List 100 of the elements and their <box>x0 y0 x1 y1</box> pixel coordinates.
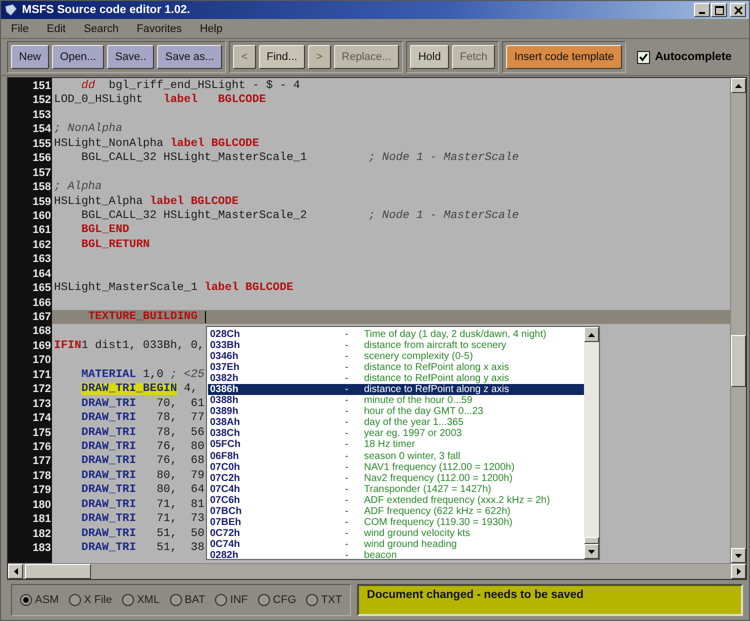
line-number: 160 <box>32 208 52 224</box>
autocomplete-item[interactable]: 07C2h - Nav2 frequency (112.00 = 1200h) <box>208 472 584 484</box>
scroll-up-button[interactable] <box>584 327 599 342</box>
autocomplete-item[interactable]: 0389h - hour of the day GMT 0...23 <box>208 406 584 418</box>
autocomplete-item[interactable]: 0388h - minute of the hour 0...59 <box>208 395 584 406</box>
code-line: ; Alpha <box>54 180 102 195</box>
code-line: DRAW_TRI 71, 81 <box>81 498 204 512</box>
maximize-button[interactable] <box>711 3 727 17</box>
line-number: 169 <box>32 338 52 354</box>
menu-item[interactable]: File <box>5 22 41 34</box>
line-number: 164 <box>32 266 52 282</box>
scroll-right-button[interactable] <box>731 564 746 579</box>
line-number: 183 <box>32 541 52 556</box>
line-number: 161 <box>32 223 52 238</box>
autocomplete-item[interactable]: 07C0h - NAV1 frequency (112.00 = 1200h) <box>208 462 584 473</box>
autocomplete-item[interactable]: 038Ah - day of the year 1...365 <box>208 417 584 428</box>
radio-button[interactable]: X File <box>68 594 112 606</box>
window-title: MSFS Source code editor 1.02. <box>22 4 190 16</box>
code-line: BGL_END <box>81 223 130 238</box>
line-number: 171 <box>32 368 52 382</box>
autocomplete-item[interactable]: 07BEh - COM frequency (119.30 = 1930h) <box>208 516 584 528</box>
scroll-thumb[interactable] <box>25 564 91 579</box>
toolbar-button[interactable]: Insert code template <box>506 45 622 69</box>
autocomplete-item[interactable]: 0C74h - wind ground heading <box>208 538 584 550</box>
autocomplete-item[interactable]: 033Bh - distance from aircraft to scenery <box>208 340 584 352</box>
close-button[interactable] <box>730 3 746 17</box>
minimize-button[interactable] <box>694 3 710 17</box>
line-number: 165 <box>32 281 52 296</box>
menu-item[interactable]: Help <box>194 22 234 34</box>
code-line: HSLight_Alpha label BGLCODE <box>54 194 239 209</box>
autocomplete-item[interactable]: 07C4h - Transponder (1427 = 1427h) <box>208 484 584 495</box>
code-line: DRAW_TRI 78, 56 <box>81 426 204 440</box>
line-number: 167 <box>32 310 52 324</box>
toolbar-button[interactable]: New <box>11 45 50 69</box>
line-number: 180 <box>32 498 52 512</box>
line-number: 157 <box>32 166 52 180</box>
radio-button[interactable]: BAT <box>170 594 206 606</box>
list-scrollbar[interactable] <box>584 327 599 559</box>
line-number: 174 <box>32 411 52 426</box>
checkbox-label: Autocomplete <box>655 51 732 63</box>
code-line: DRAW_TRI 51, 38 <box>81 541 204 556</box>
autocomplete-item[interactable]: 038Ch - year eg. 1997 or 2003 <box>208 428 584 440</box>
toolbar-button[interactable]: Save.. <box>107 45 154 69</box>
radio-button[interactable]: XML <box>122 594 160 606</box>
scroll-thumb[interactable] <box>731 335 746 387</box>
autocomplete-item[interactable]: 05FCh - 18 Hz timer <box>208 439 584 451</box>
line-number: 156 <box>32 151 52 166</box>
menu-item[interactable]: Favorites <box>130 22 194 34</box>
menu-item[interactable]: Search <box>78 22 131 34</box>
toolbar-button[interactable]: Find... <box>258 45 306 69</box>
autocomplete-item[interactable]: 0382h - distance to RefPoint along y axis <box>208 373 584 384</box>
left-arrow-icon <box>14 568 18 575</box>
radio-button[interactable]: ASM <box>20 594 59 606</box>
autocomplete-item[interactable]: 037Eh - distance to RefPoint along x axis <box>208 362 584 374</box>
autocomplete-item[interactable]: 07BCh - ADF frequency (622 kHz = 622h) <box>208 506 584 517</box>
autocomplete-item[interactable]: 06F8h - season 0 winter, 3 fall <box>208 450 584 462</box>
scroll-down-button[interactable] <box>584 544 599 559</box>
horizontal-scrollbar[interactable] <box>8 563 746 579</box>
radio-button[interactable]: CFG <box>258 594 296 606</box>
line-number: 173 <box>32 396 52 412</box>
autocomplete-item[interactable]: 0C72h - wind ground velocity kts <box>208 528 584 539</box>
status-message: Document changed - needs to be saved <box>356 584 743 616</box>
app-icon <box>4 3 18 17</box>
line-number: 166 <box>32 296 52 310</box>
autocomplete-item[interactable]: 028Ch - Time of day (1 day, 2 dusk/dawn, 4 night) <box>208 329 584 340</box>
line-number: 162 <box>32 238 52 252</box>
autocomplete-item[interactable]: 07C6h - ADF extended frequency (xxx.2 kHz = 2h) <box>208 494 584 506</box>
down-arrow-icon <box>735 554 742 558</box>
down-arrow-icon <box>588 550 595 554</box>
code-line: DRAW_TRI 76, 68 <box>81 454 204 469</box>
code-line: HSLight_MasterScale_1 label BGLCODE <box>54 281 294 296</box>
code-line: BGL_RETURN <box>81 238 150 252</box>
code-line: HSLight_NonAlpha label BGLCODE <box>54 136 260 152</box>
line-number: 176 <box>32 440 52 454</box>
radio-button[interactable]: INF <box>215 594 248 606</box>
line-number: 175 <box>32 426 52 440</box>
code-line: DRAW_TRI 78, 77 <box>81 411 204 426</box>
code-line: ; NonAlpha <box>54 122 122 137</box>
menu-item[interactable]: Edit <box>40 22 78 34</box>
close-icon <box>734 6 742 14</box>
scroll-up-button[interactable] <box>731 78 746 93</box>
line-number: 155 <box>32 136 52 152</box>
code-line: LOD_0_HSLight label BGLCODE <box>54 93 266 108</box>
code-line: IFIN1 dist1, 033Bh, 0, <box>54 338 204 354</box>
code-line: TEXTURE_BUILDING <box>87 310 198 324</box>
line-number: 172 <box>32 382 52 397</box>
autocomplete-item[interactable]: 0282h - beacon <box>208 550 584 561</box>
scroll-down-button[interactable] <box>731 548 746 563</box>
vertical-scrollbar[interactable] <box>730 78 746 563</box>
toolbar-button[interactable]: Open... <box>52 45 104 69</box>
autocomplete-item[interactable]: 0386h - distance to RefPoint along z axis <box>208 384 584 396</box>
code-line: DRAW_TRI 76, 80 <box>81 440 204 454</box>
line-number: 163 <box>32 252 52 267</box>
radio-button[interactable]: TXT <box>306 594 342 606</box>
checkbox[interactable] <box>637 50 650 64</box>
scroll-thumb[interactable] <box>584 537 599 544</box>
scroll-left-button[interactable] <box>8 564 23 579</box>
toolbar-button[interactable]: Hold <box>410 45 449 69</box>
toolbar-button[interactable]: Save as... <box>157 45 222 69</box>
autocomplete-item[interactable]: 0346h - scenery complexity (0-5) <box>208 351 584 362</box>
